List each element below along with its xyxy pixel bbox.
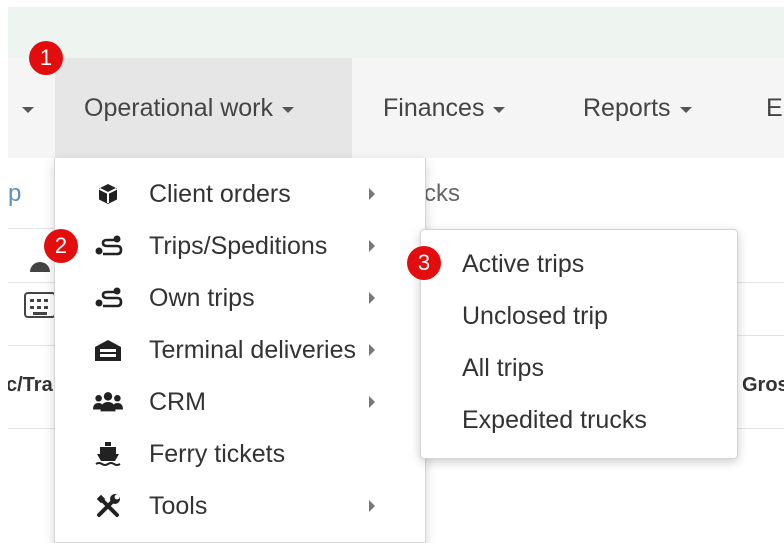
menu-item-own-trips[interactable]: Own trips [55,272,425,324]
warehouse-icon [93,335,123,365]
nav-item-label: Reports [583,93,671,122]
nav-item-finances[interactable]: Finances [383,58,506,158]
divider [736,335,784,336]
divider [8,282,54,283]
menu-item-label: CRM [149,387,206,416]
menu-item-terminal-deliveries[interactable]: Terminal deliveries [55,324,425,376]
ship-icon [93,439,123,469]
submenu-item-active-trips[interactable]: Active trips [462,250,584,279]
chevron-right-icon [369,240,375,252]
chevron-down-icon [22,106,34,113]
divider [736,428,784,429]
users-icon [93,387,123,417]
tab-fragment-right[interactable]: cks [424,180,460,208]
user-icon [30,262,50,272]
menu-item-label: Own trips [149,283,255,312]
box-icon [93,179,123,209]
chevron-right-icon [369,500,375,512]
chevron-right-icon [369,292,375,304]
menu-item-client-orders[interactable]: Client orders [55,168,425,220]
chevron-down-icon [679,106,692,113]
column-header-fragment-left: c/Tra [6,374,53,396]
step-badge-3: 3 [407,246,441,280]
divider [736,282,784,283]
column-header-fragment-right: Gros [742,374,784,396]
route-icon [93,283,123,313]
menu-item-crm[interactable]: CRM [55,376,425,428]
step-badge-1: 1 [29,41,63,75]
step-badge-2: 2 [44,229,78,263]
trips-submenu: Active trips Unclosed trip All trips Exp… [420,229,738,459]
submenu-item-all-trips[interactable]: All trips [462,354,544,383]
menu-item-label: Ferry tickets [149,439,286,468]
keyboard-icon[interactable] [24,292,56,318]
tab-fragment-left[interactable]: p [8,180,21,208]
left-edge [0,0,8,542]
nav-item-operational-work[interactable]: Operational work [55,58,352,158]
menu-item-label: Tools [149,491,208,520]
top-strip [8,7,784,58]
submenu-item-unclosed-trip[interactable]: Unclosed trip [462,302,608,331]
divider [8,345,54,346]
menu-item-label: Terminal deliveries [149,335,357,364]
nav-item-label: Operational work [84,93,273,122]
menu-item-tools[interactable]: Tools [55,480,425,532]
submenu-item-expedited-trucks[interactable]: Expedited trucks [462,406,647,435]
chevron-right-icon [369,188,375,200]
menu-item-label: Trips/Speditions [149,231,328,260]
nav-item-e[interactable]: E [766,58,783,158]
nav-item-reports[interactable]: Reports [583,58,692,158]
menu-item-trips-speditions[interactable]: Trips/Speditions [55,220,425,272]
nav-item-label: E [766,93,783,122]
divider [8,428,54,429]
chevron-right-icon [369,344,375,356]
chevron-right-icon [369,396,375,408]
chevron-down-icon [281,106,294,113]
menu-item-ferry-tickets[interactable]: Ferry tickets [55,428,425,480]
divider [8,228,54,229]
tools-icon [93,491,123,521]
chevron-down-icon [493,106,506,113]
route-icon [93,231,123,261]
operational-work-dropdown: Client orders Trips/Speditions Own trips… [54,158,426,543]
nav-item-label: Finances [383,93,485,122]
menu-item-label: Client orders [149,179,291,208]
